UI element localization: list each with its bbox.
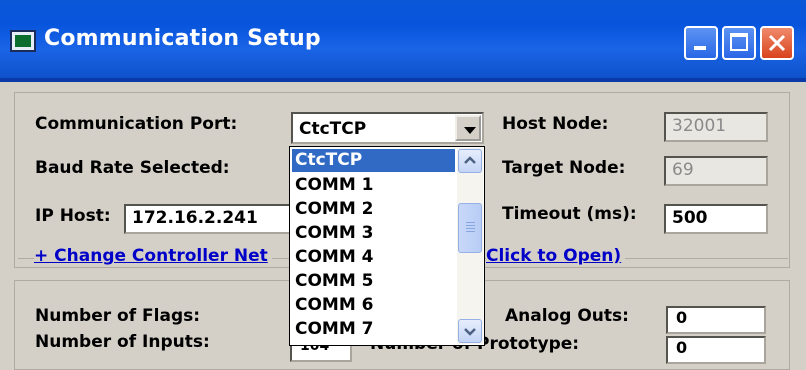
- comm-port-select[interactable]: CtcTCP: [291, 112, 484, 144]
- target-node-field: 69: [664, 156, 768, 186]
- dropdown-option-comm5[interactable]: COMM 5: [292, 270, 455, 293]
- chevron-up-icon: [464, 156, 476, 164]
- dropdown-option-comm7[interactable]: COMM 7: [292, 318, 455, 341]
- flags-label: Number of Flags:: [35, 306, 201, 326]
- ip-host-field[interactable]: 172.16.2.241: [124, 204, 294, 234]
- timeout-label: Timeout (ms):: [502, 204, 637, 224]
- ip-host-label: IP Host:: [35, 206, 111, 226]
- maximize-button[interactable]: [722, 26, 756, 60]
- target-node-label: Target Node:: [502, 158, 626, 178]
- inputs-label: Number of Inputs:: [35, 332, 210, 352]
- minimize-button[interactable]: [684, 26, 718, 60]
- scroll-down-button[interactable]: [458, 319, 482, 343]
- comm-port-dropdown-list[interactable]: CtcTCP COMM 1 COMM 2 COMM 3 COMM 4 COMM …: [289, 146, 485, 346]
- prototype-field: 0: [666, 336, 766, 364]
- close-icon: [768, 34, 786, 52]
- app-monitor-icon: [10, 30, 36, 52]
- dropdown-option-comm4[interactable]: COMM 4: [292, 246, 455, 269]
- scroll-thumb[interactable]: [458, 203, 482, 253]
- comm-port-value: CtcTCP: [299, 119, 367, 139]
- change-controller-link[interactable]: + Change Controller Net: [34, 246, 272, 266]
- dropdown-option-comm1[interactable]: COMM 1: [292, 174, 455, 197]
- dropdown-arrow-button[interactable]: [455, 115, 481, 141]
- close-button[interactable]: [760, 26, 794, 60]
- scroll-up-button[interactable]: [458, 149, 482, 173]
- analog-outs-label: Analog Outs:: [505, 306, 629, 326]
- dropdown-option-comm6[interactable]: COMM 6: [292, 294, 455, 317]
- click-to-open-link[interactable]: Click to Open): [486, 246, 626, 266]
- comm-port-label: Communication Port:: [35, 114, 238, 134]
- dropdown-option-comm3[interactable]: COMM 3: [292, 222, 455, 245]
- chevron-down-icon: [464, 328, 476, 336]
- host-node-label: Host Node:: [502, 114, 609, 134]
- baud-rate-label: Baud Rate Selected:: [35, 158, 230, 178]
- host-node-field: 32001: [664, 112, 768, 142]
- analog-outs-field: 0: [666, 306, 766, 334]
- dropdown-option-ctctcp[interactable]: CtcTCP: [292, 149, 455, 172]
- timeout-field[interactable]: 500: [664, 204, 768, 234]
- dropdown-scrollbar[interactable]: [457, 148, 483, 344]
- dropdown-option-comm2[interactable]: COMM 2: [292, 198, 455, 221]
- window-title: Communication Setup: [44, 26, 321, 51]
